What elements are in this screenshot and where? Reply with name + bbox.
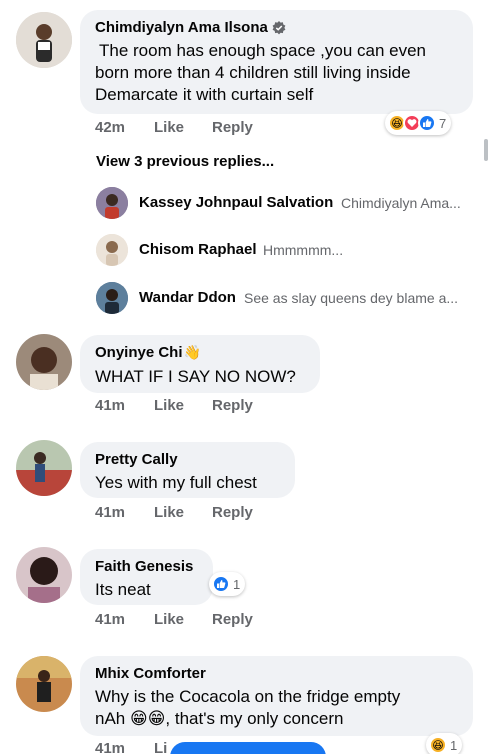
comment-author[interactable]: Faith Genesis: [95, 558, 193, 575]
comment-author[interactable]: Mhix Comforter: [95, 665, 206, 682]
reply-author[interactable]: Wandar Ddon: [139, 289, 236, 306]
comment-author[interactable]: Pretty Cally: [95, 451, 178, 468]
like-icon: [212, 575, 230, 593]
reaction-count: 1: [450, 737, 458, 753]
floating-new-comments-button[interactable]: [170, 742, 326, 754]
like-button[interactable]: Like: [154, 397, 184, 414]
reply-author[interactable]: Kassey Johnpaul Salvation: [139, 194, 333, 211]
reactions-summary[interactable]: 😆 1: [426, 733, 463, 754]
timestamp: 41m: [95, 740, 126, 754]
reactions-summary[interactable]: 1: [209, 572, 246, 596]
scrollbar[interactable]: [484, 139, 488, 161]
comment-bubble[interactable]: Pretty Cally Yes with my full chest: [80, 442, 295, 498]
avatar[interactable]: [16, 12, 72, 68]
comment-author[interactable]: Chimdiyalyn Ama Ilsona: [95, 19, 268, 36]
avatar[interactable]: [16, 547, 72, 603]
reaction-count: 7: [439, 115, 447, 131]
view-previous-replies-link[interactable]: View 3 previous replies...: [96, 153, 274, 170]
comment-text-line: Demarcate it with curtain self: [95, 85, 314, 104]
haha-icon: 😆: [429, 736, 447, 754]
like-icon: [418, 114, 436, 132]
avatar[interactable]: [16, 656, 72, 712]
reply-button[interactable]: Reply: [212, 397, 253, 414]
verified-icon: [272, 20, 286, 35]
like-button[interactable]: Like: [154, 119, 184, 136]
comment-bubble[interactable]: Chimdiyalyn Ama Ilsona The room has enou…: [80, 10, 473, 114]
comment-text: WHAT IF I SAY NO NOW?: [95, 367, 296, 386]
reply-snippet: See as slay queens dey blame a...: [244, 290, 459, 306]
avatar[interactable]: [16, 440, 72, 496]
comment-text-line: The room has enough space ,you can even: [99, 41, 426, 60]
reply-button[interactable]: Reply: [212, 119, 253, 136]
like-button[interactable]: Like: [154, 504, 184, 521]
waving-hand-icon: 👋: [183, 344, 201, 360]
avatar[interactable]: [16, 334, 72, 390]
comment-text-line: nAh 😁😁, that's my only concern: [95, 709, 344, 728]
comment-text-line: born more than 4 children still living i…: [95, 63, 411, 82]
comment-bubble[interactable]: Faith Genesis Its neat: [80, 549, 213, 605]
timestamp: 41m: [95, 504, 126, 521]
comment-bubble[interactable]: Mhix Comforter Why is the Cocacola on th…: [80, 656, 473, 736]
reaction-count: 1: [233, 576, 241, 592]
comment-text: Yes with my full chest: [95, 473, 257, 492]
timestamp: 41m: [95, 397, 126, 414]
comment-text-line: Why is the Cocacola on the fridge empty: [95, 687, 401, 706]
comment-text: Why is the Cocacola on the fridge empty …: [95, 686, 400, 730]
reply-button[interactable]: Reply: [212, 504, 253, 521]
reply-button[interactable]: Reply: [212, 611, 253, 628]
like-button[interactable]: Like: [154, 611, 184, 628]
reply-author[interactable]: Chisom Raphael: [139, 241, 257, 258]
reply-item[interactable]: Kassey Johnpaul Salvation Chimdiyalyn Am…: [96, 187, 476, 221]
reply-item[interactable]: Wandar Ddon See as slay queens dey blame…: [96, 282, 476, 316]
avatar[interactable]: [96, 282, 128, 314]
reply-snippet: Hmmmmm...: [263, 242, 344, 258]
timestamp: 42m: [95, 119, 126, 136]
comment-bubble[interactable]: Onyinye Chi 👋 WHAT IF I SAY NO NOW?: [80, 335, 320, 393]
reply-snippet: Chimdiyalyn Ama...: [341, 195, 461, 211]
reactions-summary[interactable]: 😆 7: [385, 111, 452, 135]
like-button[interactable]: Li: [154, 740, 167, 754]
timestamp: 41m: [95, 611, 126, 628]
comment-author[interactable]: Onyinye Chi: [95, 344, 183, 361]
reply-item[interactable]: Chisom Raphael Hmmmmm...: [96, 234, 476, 268]
comment-text: Its neat: [95, 580, 151, 599]
comment-text: The room has enough space ,you can even …: [95, 40, 465, 106]
avatar[interactable]: [96, 234, 128, 266]
avatar[interactable]: [96, 187, 128, 219]
